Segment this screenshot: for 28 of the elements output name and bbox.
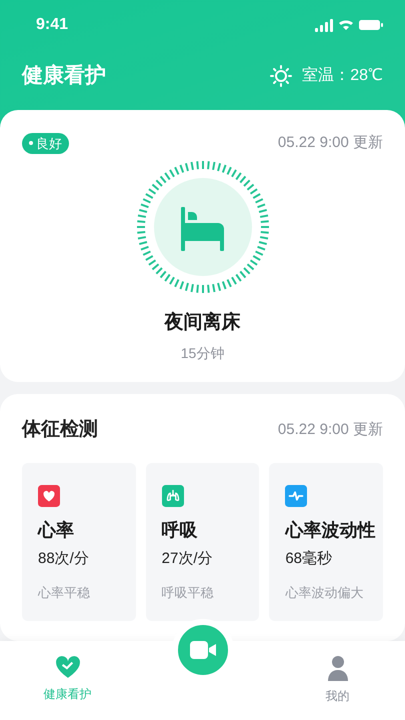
vital-name: 心率 [38, 518, 74, 542]
update-time: 05.22 9:00 更新 [278, 420, 383, 440]
vital-tile[interactable]: 呼吸 27次/分 呼吸平稳 [146, 462, 260, 620]
update-time: 05.22 9:00 更新 [278, 133, 383, 153]
vital-value: 68毫秒 [285, 548, 332, 568]
vital-value: 88次/分 [38, 548, 89, 568]
person-icon [326, 654, 348, 680]
event-title: 夜间离床 [164, 310, 240, 334]
vital-name: 呼吸 [162, 518, 198, 542]
status-badge: 良好 [22, 132, 69, 154]
heart-icon [54, 654, 80, 678]
video-camera-icon [190, 640, 216, 658]
signal-icon [315, 18, 333, 32]
vital-tile[interactable]: 心率 88次/分 心率平稳 [22, 462, 136, 620]
section-title: 体征检测 [22, 418, 98, 442]
sun-icon [270, 65, 292, 87]
battery-icon [359, 20, 383, 30]
room-temperature: 室温：28℃ [302, 66, 383, 86]
vital-name: 心率波动性 [285, 518, 376, 542]
vital-note: 心率平稳 [38, 584, 90, 602]
vital-tile[interactable]: 心率波动性 68毫秒 心率波动偏大 [269, 462, 383, 620]
status-time: 9:41 [36, 15, 68, 35]
wifi-icon [339, 20, 353, 30]
page-title: 健康看护 [22, 62, 106, 90]
event-duration: 15分钟 [180, 344, 224, 363]
vital-note: 心率波动偏大 [285, 584, 364, 602]
vital-note: 呼吸平稳 [162, 584, 214, 602]
vital-value: 27次/分 [162, 548, 213, 568]
